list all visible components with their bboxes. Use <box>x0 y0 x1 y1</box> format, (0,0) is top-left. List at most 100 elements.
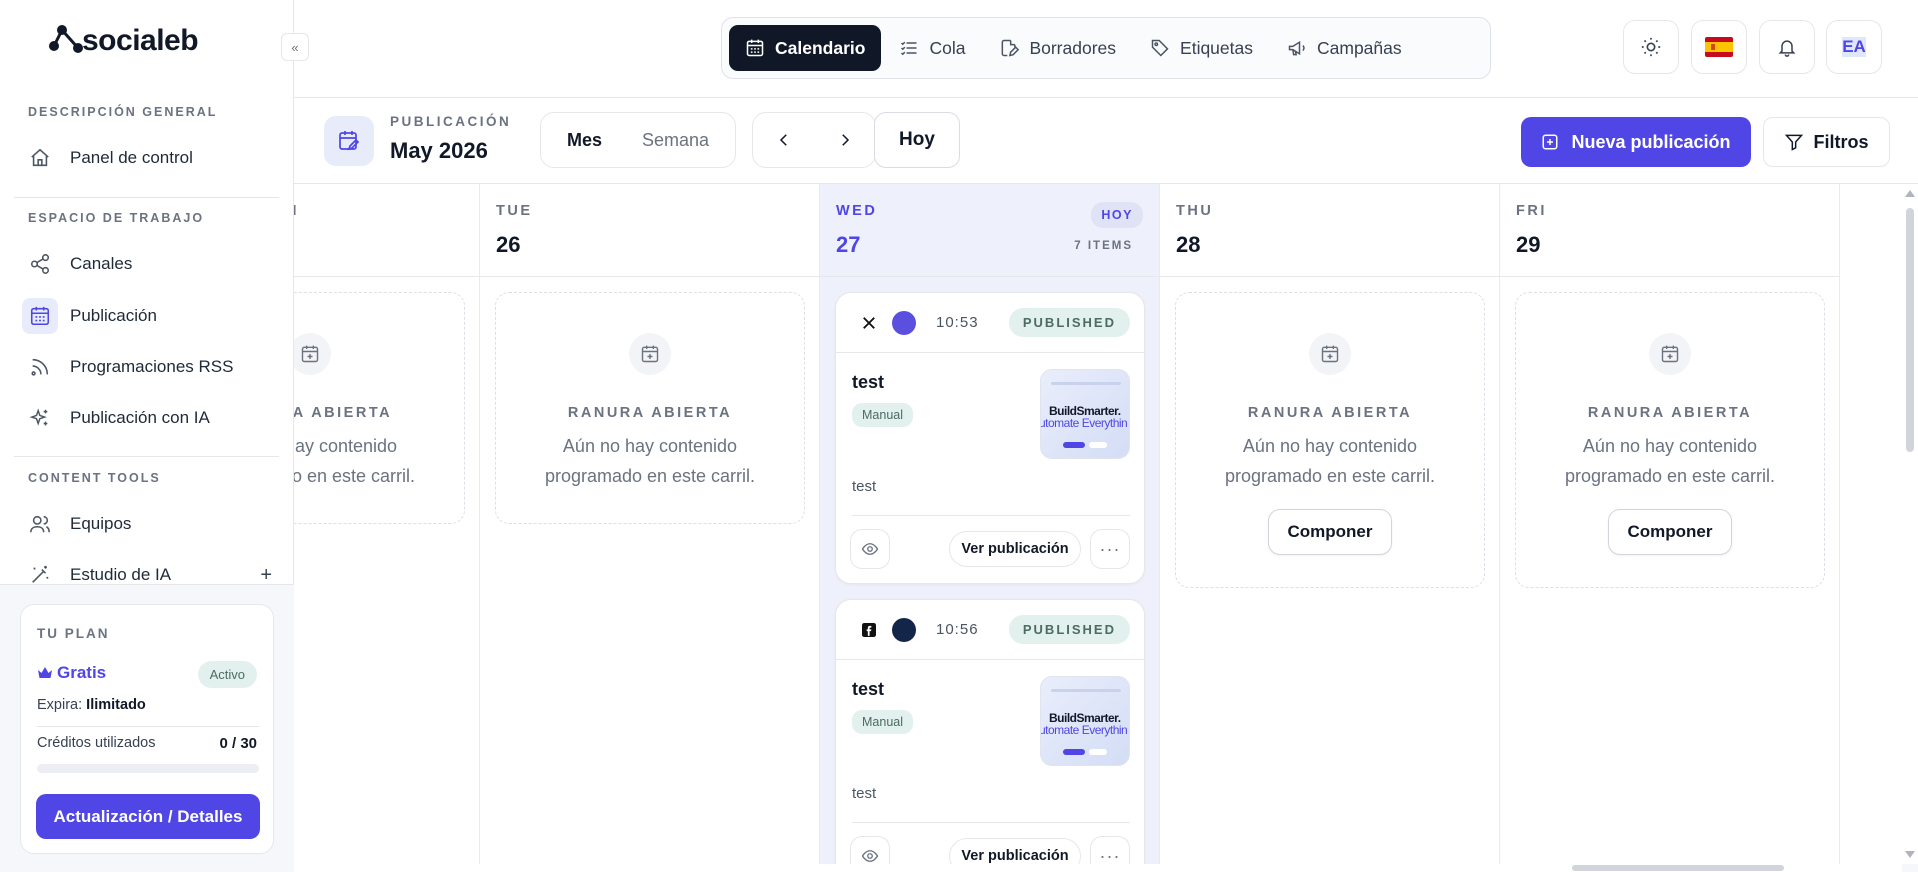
tab-queue[interactable]: Cola <box>883 25 981 71</box>
view-post-button[interactable]: Ver publicación <box>949 531 1081 567</box>
day-of-week: N <box>294 203 299 219</box>
post-divider <box>852 515 1130 516</box>
tab-calendar[interactable]: Calendario <box>729 25 882 71</box>
plan-name: Gratis <box>37 663 106 683</box>
sidebar-item-dashboard[interactable]: Panel de control <box>22 137 278 179</box>
scroll-up-arrow-icon[interactable] <box>1905 190 1915 197</box>
open-slot-text: Aún no hay contenido programado en este … <box>1564 436 1776 486</box>
post-description: test <box>852 478 877 495</box>
tab-drafts[interactable]: Borradores <box>983 25 1132 71</box>
publication-icon <box>324 116 374 166</box>
open-slot[interactable]: RANURA ABIERTA Aún no hay contenido prog… <box>495 292 805 524</box>
plus-square-icon <box>1542 134 1558 150</box>
sidebar-divider <box>14 197 279 198</box>
period-navigation <box>752 112 876 168</box>
sidebar-item-label: Equipos <box>70 514 132 533</box>
x-icon <box>860 314 878 332</box>
post-card-header: 10:56 PUBLISHED <box>836 600 1144 660</box>
day-header: WED 27 HOY 7 ITEMS <box>820 184 1159 277</box>
day-header: N <box>294 184 479 277</box>
sidebar-item-publication[interactable]: Publicación <box>22 295 278 337</box>
eye-icon <box>861 543 879 555</box>
credits-label: Créditos utilizados <box>37 735 156 751</box>
chevron-right-icon[interactable] <box>836 131 854 149</box>
open-slot[interactable]: RANURA ABIERTA Aún no hay contenido prog… <box>294 292 465 524</box>
brand-logo[interactable]: socialeb <box>48 24 199 57</box>
sidebar-item-label: Publicación con IA <box>70 408 210 427</box>
sidebar-item-channels[interactable]: Canales <box>22 243 278 285</box>
thumbnail-line <box>1051 689 1121 692</box>
today-button[interactable]: Hoy <box>874 112 960 168</box>
post-card-header: 10:53 PUBLISHED <box>836 293 1144 353</box>
plan-expiry-label: Expira: <box>37 697 83 713</box>
new-post-label: Nueva publicación <box>1571 131 1731 152</box>
plan-card: TU PLAN Gratis Activo Expira: Ilimitado … <box>20 604 274 854</box>
users-icon <box>22 506 58 542</box>
user-avatar-button[interactable]: EA <box>1826 20 1882 74</box>
notifications-button[interactable] <box>1759 20 1815 74</box>
tab-label: Cola <box>929 37 966 58</box>
scroll-down-arrow-icon[interactable] <box>1905 851 1915 858</box>
new-post-button[interactable]: Nueva publicación <box>1521 117 1751 167</box>
sidebar-item-ai-publication[interactable]: Publicación con IA <box>22 397 278 439</box>
chevron-left-icon[interactable] <box>775 131 793 149</box>
post-title: test <box>852 679 885 699</box>
post-card[interactable]: 10:53 PUBLISHED test Manual BuildSmarter… <box>835 292 1145 584</box>
sidebar-item-rss[interactable]: Programaciones RSS <box>22 346 278 388</box>
language-button[interactable] <box>1691 20 1747 74</box>
view-post-button[interactable]: Ver publicación <box>949 838 1081 864</box>
eye-icon <box>861 850 879 862</box>
view-month-button[interactable]: Mes <box>545 118 624 162</box>
filters-button[interactable]: Filtros <box>1763 117 1890 167</box>
scrollbar-thumb[interactable] <box>1572 865 1784 871</box>
thumbnail-pill <box>1063 442 1085 448</box>
calendar-add-icon <box>629 333 671 375</box>
sidebar-item-label: Estudio de IA <box>70 565 172 584</box>
preview-button[interactable] <box>850 529 890 569</box>
calendar-icon <box>745 38 765 58</box>
compose-button[interactable]: Componer <box>1608 509 1732 555</box>
open-slot[interactable]: RANURA ABIERTA Aún no hay contenido prog… <box>1175 292 1485 588</box>
open-slot-title: RANURA ABIERTA <box>1587 405 1753 421</box>
more-options-button[interactable]: ··· <box>1090 836 1130 864</box>
status-badge: PUBLISHED <box>1008 615 1130 644</box>
tag-icon <box>1150 38 1170 58</box>
day-column-thu: THU 28 RANURA ABIERTA Aún no hay conteni… <box>1160 184 1500 864</box>
day-number: 28 <box>1176 232 1201 257</box>
spain-flag-icon <box>1705 37 1733 57</box>
day-column-wed-today: WED 27 HOY 7 ITEMS 10:53 PUBLISHED test … <box>820 184 1160 864</box>
crown-icon <box>38 667 52 678</box>
open-slot[interactable]: RANURA ABIERTA Aún no hay contenido prog… <box>1515 292 1825 588</box>
calendar-add-icon <box>294 333 331 375</box>
horizontal-scrollbar[interactable] <box>294 864 1902 872</box>
post-card[interactable]: 10:56 PUBLISHED test Manual BuildSmarter… <box>835 599 1145 864</box>
tab-campaigns[interactable]: Campañas <box>1271 25 1418 71</box>
draft-icon <box>999 38 1020 58</box>
scrollbar-thumb[interactable] <box>1906 208 1914 452</box>
more-options-button[interactable]: ··· <box>1090 529 1130 569</box>
avatar: EA <box>1842 37 1866 57</box>
share-icon <box>22 246 58 282</box>
theme-toggle-button[interactable] <box>1623 20 1679 74</box>
tab-tags[interactable]: Etiquetas <box>1134 25 1269 71</box>
upgrade-button[interactable]: Actualización / Detalles <box>36 794 260 839</box>
sun-icon <box>1641 37 1661 57</box>
collapse-sidebar-button[interactable]: « <box>281 33 309 61</box>
rss-icon <box>22 349 58 385</box>
day-column: N RANURA ABIERTA Aún no hay contenido pr… <box>294 184 480 864</box>
brand-name: socialeb <box>82 24 199 57</box>
sidebar-item-teams[interactable]: Equipos <box>22 503 278 545</box>
day-header: FRI 29 <box>1500 184 1839 277</box>
sidebar-divider <box>14 456 279 457</box>
plan-expiry: Expira: Ilimitado <box>37 697 146 713</box>
thumbnail-pill <box>1089 749 1107 755</box>
vertical-scrollbar[interactable] <box>1902 184 1918 864</box>
compose-button[interactable]: Componer <box>1268 509 1392 555</box>
day-of-week: THU <box>1176 203 1214 219</box>
thumbnail-pill <box>1089 442 1107 448</box>
view-week-button[interactable]: Semana <box>624 118 727 162</box>
status-badge: Activo <box>197 661 257 688</box>
account-avatar <box>892 618 916 642</box>
facebook-icon <box>860 621 878 639</box>
preview-button[interactable] <box>850 836 890 864</box>
